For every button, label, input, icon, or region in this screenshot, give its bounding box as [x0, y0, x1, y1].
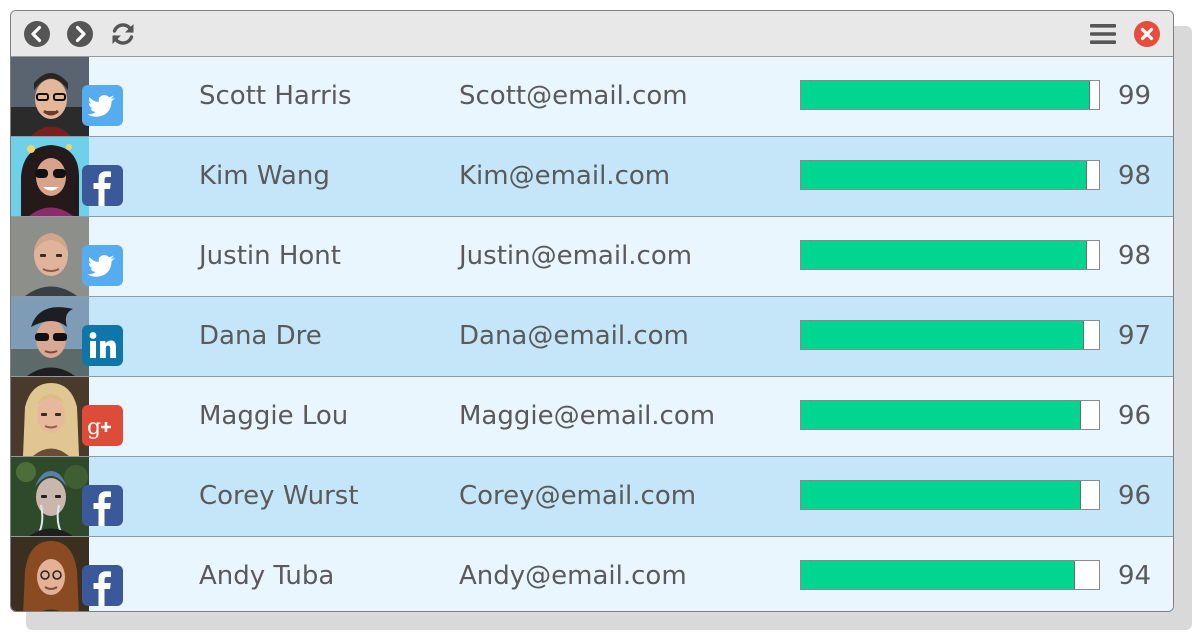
contact-email[interactable]: Maggie@email.com: [459, 377, 715, 456]
avatar: [11, 457, 89, 536]
contact-list: Scott Harris Scott@email.com 99 Kim Wang…: [11, 57, 1173, 611]
google-plus-icon[interactable]: g: [82, 405, 123, 446]
close-icon[interactable]: [1133, 20, 1161, 48]
contact-name: Justin Hont: [199, 241, 341, 271]
refresh-icon[interactable]: [109, 20, 137, 48]
contact-score: 98: [1118, 161, 1152, 191]
score-progress-bar: [800, 80, 1100, 110]
avatar: [11, 297, 89, 376]
score-progress-fill: [801, 81, 1091, 109]
contact-score: 96: [1118, 401, 1152, 431]
avatar: [11, 137, 89, 216]
score-progress-bar: [800, 480, 1100, 510]
facebook-icon[interactable]: [82, 565, 123, 606]
contact-score: 98: [1118, 241, 1152, 271]
facebook-icon[interactable]: [82, 165, 123, 206]
avatar: [11, 57, 89, 136]
contact-row[interactable]: g Maggie Lou Maggie@email.com 96: [11, 377, 1173, 457]
score-progress-fill: [801, 321, 1085, 349]
back-icon[interactable]: [23, 20, 51, 48]
contact-score: 94: [1118, 561, 1152, 591]
linkedin-icon[interactable]: [82, 325, 123, 366]
contact-email[interactable]: Dana@email.com: [459, 297, 689, 376]
facebook-icon[interactable]: [82, 485, 123, 526]
twitter-icon[interactable]: [82, 245, 123, 286]
contact-email[interactable]: Kim@email.com: [459, 137, 670, 216]
score-progress-fill: [801, 241, 1088, 269]
score-progress-bar: [800, 400, 1100, 430]
contact-score: 97: [1118, 321, 1152, 351]
avatar: [11, 377, 89, 456]
contact-name: Andy Tuba: [199, 561, 335, 591]
score-progress-bar: [800, 320, 1100, 350]
score-progress-fill: [801, 161, 1088, 189]
menu-icon[interactable]: [1089, 20, 1117, 48]
contact-email[interactable]: Justin@email.com: [459, 217, 692, 296]
contact-name: Kim Wang: [199, 161, 330, 191]
contacts-window: Scott Harris Scott@email.com 99 Kim Wang…: [10, 10, 1174, 612]
svg-text:g: g: [87, 415, 101, 440]
contact-email[interactable]: Corey@email.com: [459, 457, 696, 536]
score-progress-fill: [801, 481, 1082, 509]
contact-score: 99: [1118, 81, 1152, 111]
contact-name: Corey Wurst: [199, 481, 359, 511]
score-progress-bar: [800, 560, 1100, 590]
avatar: [11, 217, 89, 296]
contact-row[interactable]: Corey Wurst Corey@email.com 96: [11, 457, 1173, 537]
contact-row[interactable]: Justin Hont Justin@email.com 98: [11, 217, 1173, 297]
contact-row[interactable]: Scott Harris Scott@email.com 99: [11, 57, 1173, 137]
contact-name: Maggie Lou: [199, 401, 349, 431]
contact-name: Scott Harris: [199, 81, 352, 111]
score-progress-bar: [800, 160, 1100, 190]
forward-icon[interactable]: [66, 20, 94, 48]
contact-row[interactable]: Andy Tuba Andy@email.com 94: [11, 537, 1173, 611]
twitter-icon[interactable]: [82, 85, 123, 126]
score-progress-fill: [801, 561, 1076, 589]
toolbar: [11, 11, 1173, 57]
avatar: [11, 537, 89, 611]
contact-name: Dana Dre: [199, 321, 322, 351]
score-progress-fill: [801, 401, 1082, 429]
contact-score: 96: [1118, 481, 1152, 511]
score-progress-bar: [800, 240, 1100, 270]
contact-row[interactable]: Kim Wang Kim@email.com 98: [11, 137, 1173, 217]
contact-email[interactable]: Andy@email.com: [459, 537, 687, 611]
contact-row[interactable]: Dana Dre Dana@email.com 97: [11, 297, 1173, 377]
contact-email[interactable]: Scott@email.com: [459, 57, 688, 136]
